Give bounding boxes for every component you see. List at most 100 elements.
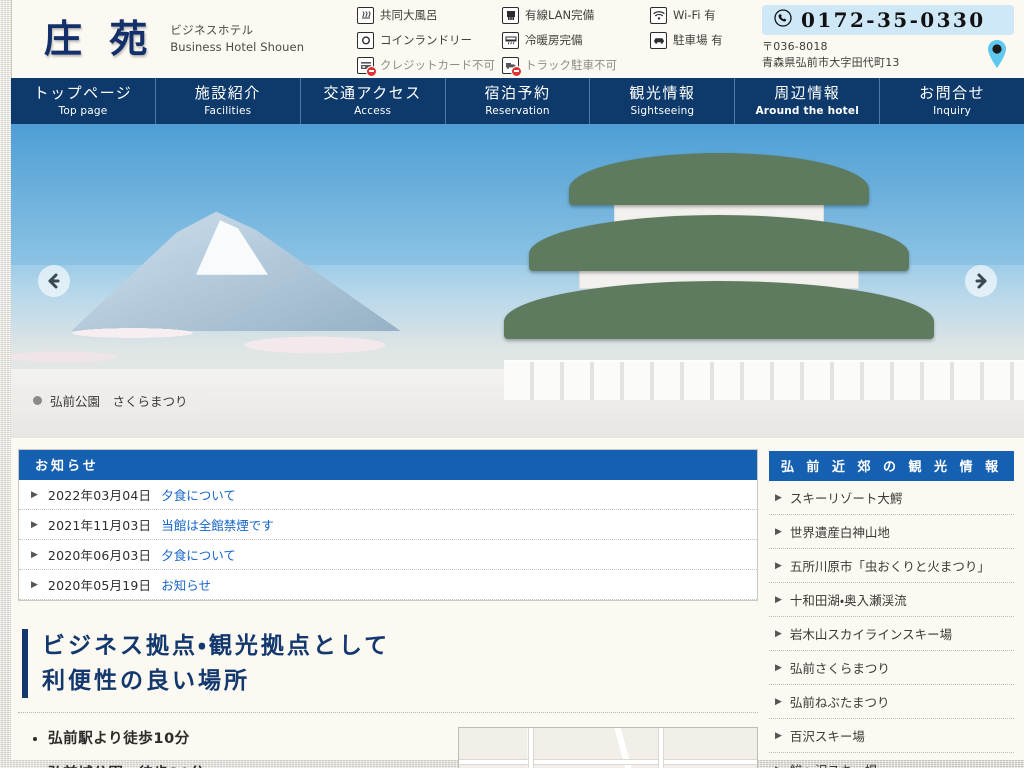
nav-label-en: Sightseeing (630, 105, 695, 118)
news-item[interactable]: ▶ 2021年11月03日 当館は全館禁煙です (19, 510, 757, 540)
prohibited-badge-icon (511, 65, 522, 77)
arrow-right-icon (975, 273, 987, 289)
telephone-bar[interactable]: 0172-35-0330 (762, 5, 1014, 35)
sidebar-title: 弘 前 近 郊 の 観 光 情 報 (769, 451, 1014, 481)
list-item: 弘前城公園へ徒歩10分 (48, 762, 210, 768)
address-row: 〒036-8018 青森県弘前市大字田代町13 (762, 39, 1014, 73)
hero-caption: 弘前公園 さくらまつり (11, 387, 202, 414)
nav-label-en: Facilities (204, 105, 252, 118)
location-map-image[interactable] (458, 727, 758, 768)
address-text: 〒036-8018 青森県弘前市大字田代町13 (762, 39, 900, 71)
triangle-bullet-icon: ▶ (775, 492, 782, 503)
news-link[interactable]: 夕食について (161, 545, 236, 564)
postal-code: 〒036-8018 (762, 40, 828, 53)
logo-caption: ビジネスホテル Business Hotel Shouen (170, 22, 304, 55)
logo-subtitle-en: Business Hotel Shouen (170, 40, 305, 54)
amenity-credit-card: クレジットカード不可 (357, 54, 502, 77)
headline-text: ビジネス拠点・観光拠点として 利便性の良い場所 (42, 629, 390, 698)
site-logo[interactable]: 庄 苑 ビジネスホテル Business Hotel Shouen (12, 20, 357, 58)
amenity-label: 駐車場 有 (673, 33, 723, 47)
bullet-dot-icon (33, 396, 42, 405)
list-item: 弘前駅より徒歩10分 (48, 727, 210, 748)
headline-line-2: 利便性の良い場所 (42, 666, 250, 694)
triangle-bullet-icon: ▶ (775, 765, 782, 768)
news-date: 2020年05月19日 (47, 578, 152, 593)
content-columns: お知らせ ▶ 2022年03月04日 夕食について ▶ 2021年11月03日 … (11, 438, 1024, 768)
news-panel-title: お知らせ (19, 450, 757, 480)
castle-roof (569, 152, 869, 205)
amenity-label: 共同大風呂 (380, 8, 438, 22)
amenity-label: 冷暖房完備 (525, 33, 583, 47)
news-link[interactable]: 当館は全館禁煙です (161, 515, 274, 534)
sidebar-item-label: 世界遺産白神山地 (789, 525, 890, 540)
triangle-bullet-icon: ▶ (31, 549, 38, 560)
nav-item-top-page[interactable]: トップページ Top page (11, 78, 156, 124)
lan-icon (502, 6, 519, 24)
news-link[interactable]: 夕食について (161, 485, 236, 504)
news-link[interactable]: お知らせ (161, 575, 211, 594)
headline-divider (18, 712, 758, 713)
news-item[interactable]: ▶ 2020年06月03日 夕食について (19, 540, 757, 570)
truck-icon (502, 56, 522, 77)
page-root: 庄 苑 ビジネスホテル Business Hotel Shouen 共同大風呂 … (0, 0, 1024, 768)
sidebar-item-iwakisan-skyline-ski[interactable]: ▶ 岩木山スカイラインスキー場 (769, 617, 1014, 651)
sidebar-item-momozawa-ski[interactable]: ▶ 百沢スキー場 (769, 719, 1014, 753)
news-date: 2021年11月03日 (47, 518, 152, 533)
nav-label-ja: 観光情報 (629, 84, 696, 103)
triangle-bullet-icon: ▶ (31, 519, 38, 530)
main-navigation: トップページ Top page 施設紹介 Facilities 交通アクセス A… (11, 78, 1024, 128)
triangle-bullet-icon: ▶ (31, 579, 38, 590)
amenity-label: Wi-Fi 有 (673, 8, 716, 22)
nav-label-en: Reservation (485, 105, 550, 118)
sidebar-item-oowani-ski-resort[interactable]: ▶ スキーリゾート大鰐 (769, 481, 1014, 515)
amenity-label: トラック駐車不可 (525, 58, 617, 72)
credit-card-icon (357, 56, 377, 77)
contact-block: 0172-35-0330 〒036-8018 青森県弘前市大字田代町13 (762, 5, 1024, 73)
sidebar-item-label: 五所川原市「虫おくりと火まつり」 (789, 559, 990, 574)
nav-label-ja: 交通アクセス (323, 84, 422, 103)
nav-item-sightseeing[interactable]: 観光情報 Sightseeing (590, 78, 736, 124)
news-date: 2022年03月04日 (47, 488, 152, 503)
map-road (459, 760, 757, 764)
amenity-list: 共同大風呂 有線LAN完備 Wi-Fi 有 コインランドリー 冷暖房完備 駐車場… (357, 2, 723, 77)
onsen-icon (357, 6, 374, 24)
nav-item-around-the-hotel[interactable]: 周辺情報 Around the hotel (735, 78, 881, 124)
map-road (659, 728, 663, 768)
site-header: 庄 苑 ビジネスホテル Business Hotel Shouen 共同大風呂 … (11, 0, 1024, 78)
triangle-bullet-icon: ▶ (775, 628, 782, 639)
phone-number: 0172-35-0330 (801, 8, 986, 32)
nav-item-reservation[interactable]: 宿泊予約 Reservation (446, 78, 591, 124)
sidebar-item-label: 岩木山スカイラインスキー場 (789, 627, 953, 642)
amenity-wifi: Wi-Fi 有 (650, 4, 723, 27)
nav-label-en: Around the hotel (755, 105, 859, 118)
nav-label-ja: トップページ (33, 84, 133, 103)
sidebar-item-towadako-oirase[interactable]: ▶ 十和田湖・奥入瀬渓流 (769, 583, 1014, 617)
nav-item-inquiry[interactable]: お問合せ Inquiry (880, 78, 1024, 124)
amenity-parking: 駐車場 有 (650, 29, 723, 52)
news-item[interactable]: ▶ 2020年05月19日 お知らせ (19, 570, 757, 600)
amenity-aircon: 冷暖房完備 (502, 29, 650, 52)
news-date: 2020年06月03日 (47, 548, 152, 563)
headline-accent-bar (22, 629, 28, 698)
news-item[interactable]: ▶ 2022年03月04日 夕食について (19, 480, 757, 510)
triangle-bullet-icon: ▶ (775, 662, 782, 673)
map-pin-icon[interactable] (986, 39, 1008, 73)
sidebar-item-shirakami-sanchi[interactable]: ▶ 世界遺産白神山地 (769, 515, 1014, 549)
nav-item-facilities[interactable]: 施設紹介 Facilities (156, 78, 301, 124)
sidebar-item-label: 百沢スキー場 (789, 729, 865, 744)
amenity-onsen: 共同大風呂 (357, 4, 502, 27)
triangle-bullet-icon: ▶ (775, 594, 782, 605)
sidebar-item-hirosaki-neputa-matsuri[interactable]: ▶ 弘前ねぶたまつり (769, 685, 1014, 719)
sidebar-item-hirosaki-sakura-matsuri[interactable]: ▶ 弘前さくらまつり (769, 651, 1014, 685)
sidebar-item-ajigasawa-ski[interactable]: ▶ 鰺ヶ沢スキー場 (769, 753, 1014, 768)
carousel-prev-button[interactable] (38, 265, 70, 297)
castle-fence (504, 360, 1024, 401)
amenity-lan: 有線LAN完備 (502, 4, 650, 27)
nav-item-access[interactable]: 交通アクセス Access (301, 78, 446, 124)
carousel-next-button[interactable] (965, 265, 997, 297)
feature-bullet-list: 弘前駅より徒歩10分 弘前城公園へ徒歩10分 歓楽街土手町へ徒歩5分 (18, 727, 210, 768)
amenity-label: クレジットカード不可 (380, 58, 495, 72)
nav-label-ja: 宿泊予約 (484, 84, 551, 103)
logo-kanji: 庄 苑 (44, 16, 155, 61)
sidebar-item-goshogawara-festival[interactable]: ▶ 五所川原市「虫おくりと火まつり」 (769, 549, 1014, 583)
